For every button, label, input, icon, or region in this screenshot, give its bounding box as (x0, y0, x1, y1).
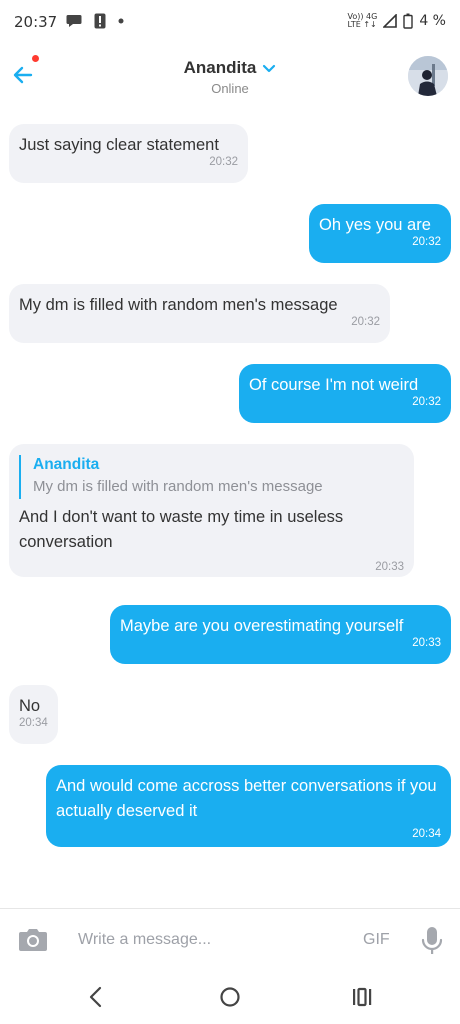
message-bubble-outgoing[interactable]: Maybe are you overestimating yourself 20… (110, 605, 451, 664)
chevron-down-icon (262, 59, 276, 79)
gif-button[interactable]: GIF (363, 931, 390, 949)
message-time: 20:34 (412, 828, 441, 840)
status-left-icons (66, 13, 124, 29)
nav-recents-icon (353, 987, 372, 1007)
message-text: And I don't want to waste my time in use… (19, 508, 344, 551)
status-right: Vo)) 4G LTE ↑↓ 4 % (348, 13, 447, 30)
message-text: Of course I'm not weird (249, 376, 419, 394)
message-bubble-incoming[interactable]: No 20:34 (9, 685, 58, 744)
message-text: Maybe are you overestimating yourself (120, 617, 404, 635)
network-label: Vo)) 4G LTE ↑↓ (348, 13, 378, 29)
chat-header: Anandita Online (0, 40, 460, 116)
microphone-icon (421, 927, 443, 954)
message-text: Oh yes you are (319, 216, 431, 234)
contact-status: Online (211, 81, 249, 96)
avatar[interactable] (408, 56, 448, 96)
message-bubble-outgoing[interactable]: And would come accross better conversati… (46, 765, 451, 847)
quoted-reply[interactable]: Anandita My dm is filled with random men… (19, 455, 404, 499)
status-time: 20:37 (14, 13, 58, 31)
contact-name: Anandita (183, 58, 257, 77)
contact-name-row[interactable]: Anandita (0, 58, 460, 79)
message-composer: GIF (0, 908, 460, 970)
nav-back-icon (89, 986, 102, 1008)
quoted-reply-text: My dm is filled with random men's messag… (33, 478, 323, 495)
alert-notification-icon (94, 13, 106, 29)
microphone-button[interactable] (420, 926, 444, 956)
nav-back-button[interactable] (84, 984, 108, 1010)
status-bar: 20:37 Vo)) 4G LTE ↑↓ 4 % (0, 0, 460, 40)
message-text: My dm is filled with random men's messag… (19, 296, 338, 314)
battery-level: 4 % (419, 13, 446, 29)
quoted-reply-author: Anandita (33, 456, 100, 473)
network-bottom-label: LTE ↑↓ (347, 20, 377, 29)
chat-notification-icon (66, 15, 82, 27)
signal-icon (383, 14, 398, 28)
message-bubble-outgoing[interactable]: Oh yes you are 20:32 (309, 204, 451, 263)
message-time: 20:34 (19, 717, 48, 729)
message-bubble-incoming[interactable]: Just saying clear statement 20:32 (9, 124, 248, 183)
nav-home-button[interactable] (218, 985, 242, 1009)
more-notifications-icon (118, 18, 124, 24)
nav-home-icon (220, 987, 240, 1007)
battery-icon (403, 13, 414, 29)
message-bubble-incoming[interactable]: My dm is filled with random men's messag… (9, 284, 390, 343)
message-text: No (19, 697, 41, 715)
message-input[interactable] (64, 923, 344, 957)
message-bubble-incoming-reply[interactable]: Anandita My dm is filled with random men… (9, 444, 414, 577)
camera-button[interactable] (18, 927, 48, 953)
system-nav-bar (0, 970, 460, 1024)
message-text: And would come accross better conversati… (56, 777, 437, 820)
message-text: Just saying clear statement (19, 136, 219, 154)
message-time: 20:33 (375, 561, 404, 573)
nav-recents-button[interactable] (350, 986, 374, 1008)
message-bubble-outgoing[interactable]: Of course I'm not weird 20:32 (239, 364, 451, 423)
camera-icon (19, 929, 47, 951)
